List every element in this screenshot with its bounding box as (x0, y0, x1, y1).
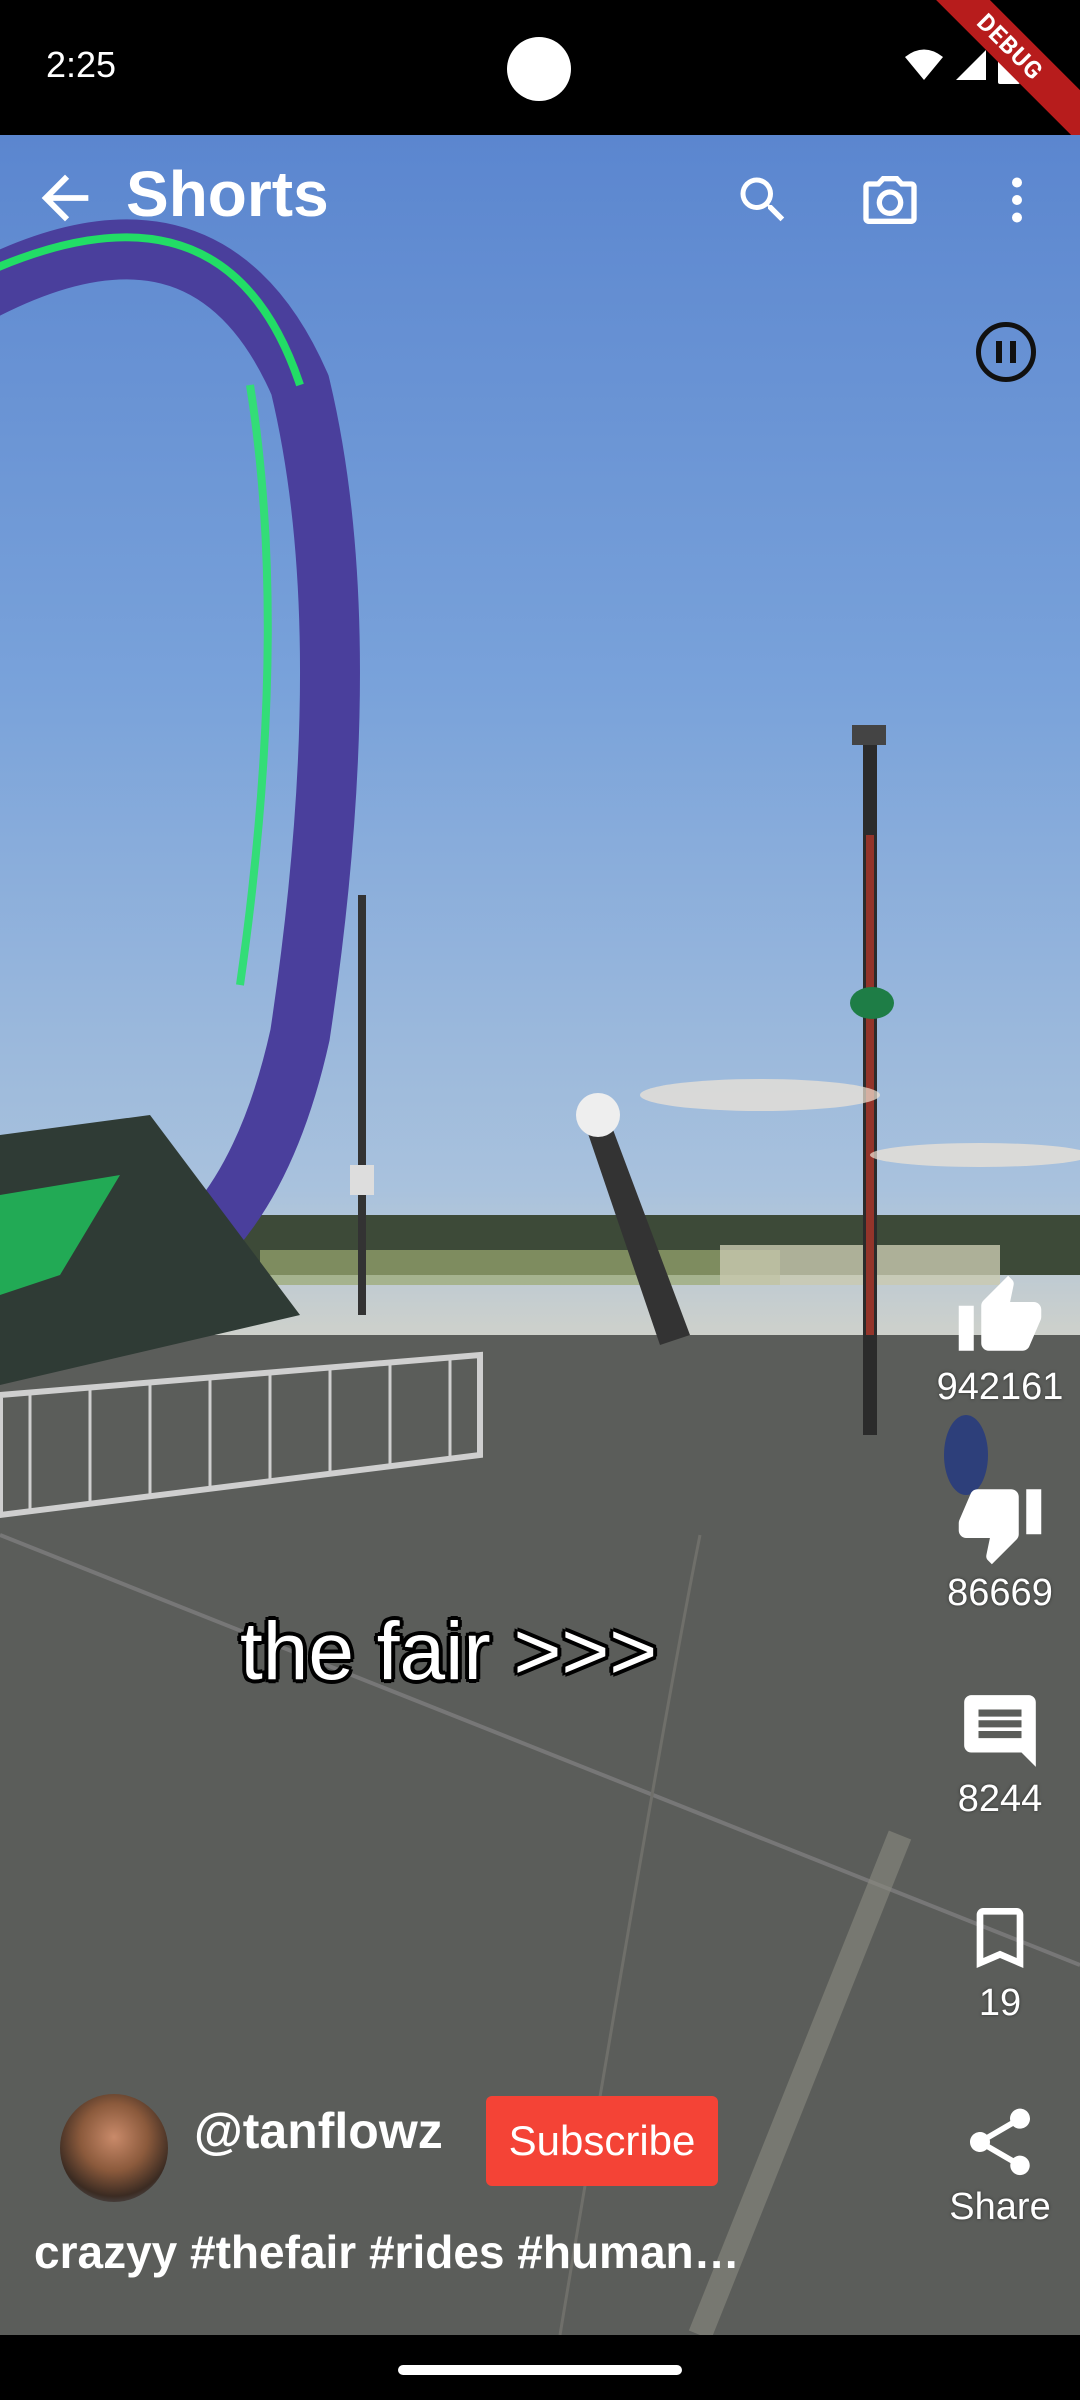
subscribe-button[interactable]: Subscribe (486, 2096, 718, 2186)
thumb-up-icon (958, 1275, 1042, 1351)
status-time: 2:25 (46, 44, 117, 85)
save-count: 19 (978, 1982, 1022, 2024)
pause-icon-bar (996, 341, 1002, 363)
camera-cutout (507, 37, 571, 101)
more-options-button[interactable] (982, 165, 1052, 235)
comment-count: 8244 (957, 1778, 1043, 1820)
channel-avatar[interactable] (60, 2094, 168, 2202)
video-player[interactable]: the fair >>> (0, 135, 1080, 2335)
save-button[interactable]: 19 (930, 1898, 1070, 2025)
like-count: 942161 (936, 1366, 1064, 1408)
pause-icon-bar (1010, 341, 1016, 363)
video-frame (0, 219, 1080, 2335)
back-button[interactable] (30, 163, 100, 233)
camera-icon (863, 176, 917, 224)
dislike-count: 86669 (947, 1572, 1053, 1614)
share-label: Share (949, 2186, 1051, 2228)
status-bar: 2:25 DEBUG (0, 0, 1080, 153)
arrow-back-icon (41, 174, 89, 222)
app-bar: Shorts (0, 135, 1080, 265)
like-button[interactable]: 942161 (930, 1272, 1070, 1409)
system-nav-bar (0, 2335, 1080, 2400)
camera-button[interactable] (855, 165, 925, 235)
thumb-down-icon (958, 1489, 1042, 1565)
search-button[interactable] (728, 165, 798, 235)
home-gesture-pill[interactable] (398, 2365, 682, 2375)
share-icon (970, 2108, 1030, 2176)
page-title: Shorts (126, 158, 329, 230)
comment-button[interactable]: 8244 (930, 1688, 1070, 1821)
wifi-icon (905, 49, 943, 80)
pause-button[interactable] (976, 322, 1036, 382)
more-vert-icon (1012, 177, 1022, 223)
dislike-button[interactable]: 86669 (930, 1478, 1070, 1615)
video-caption: the fair >>> (240, 1606, 658, 1697)
comment-icon (964, 1695, 1036, 1767)
channel-handle[interactable]: @tanflowz (194, 2102, 443, 2160)
bookmark-icon (976, 1908, 1024, 1968)
search-icon (740, 177, 785, 222)
share-button[interactable]: Share (930, 2102, 1070, 2229)
signal-icon (956, 50, 986, 80)
video-description[interactable]: crazyy #thefair #rides #humanslingshot (34, 2225, 754, 2279)
